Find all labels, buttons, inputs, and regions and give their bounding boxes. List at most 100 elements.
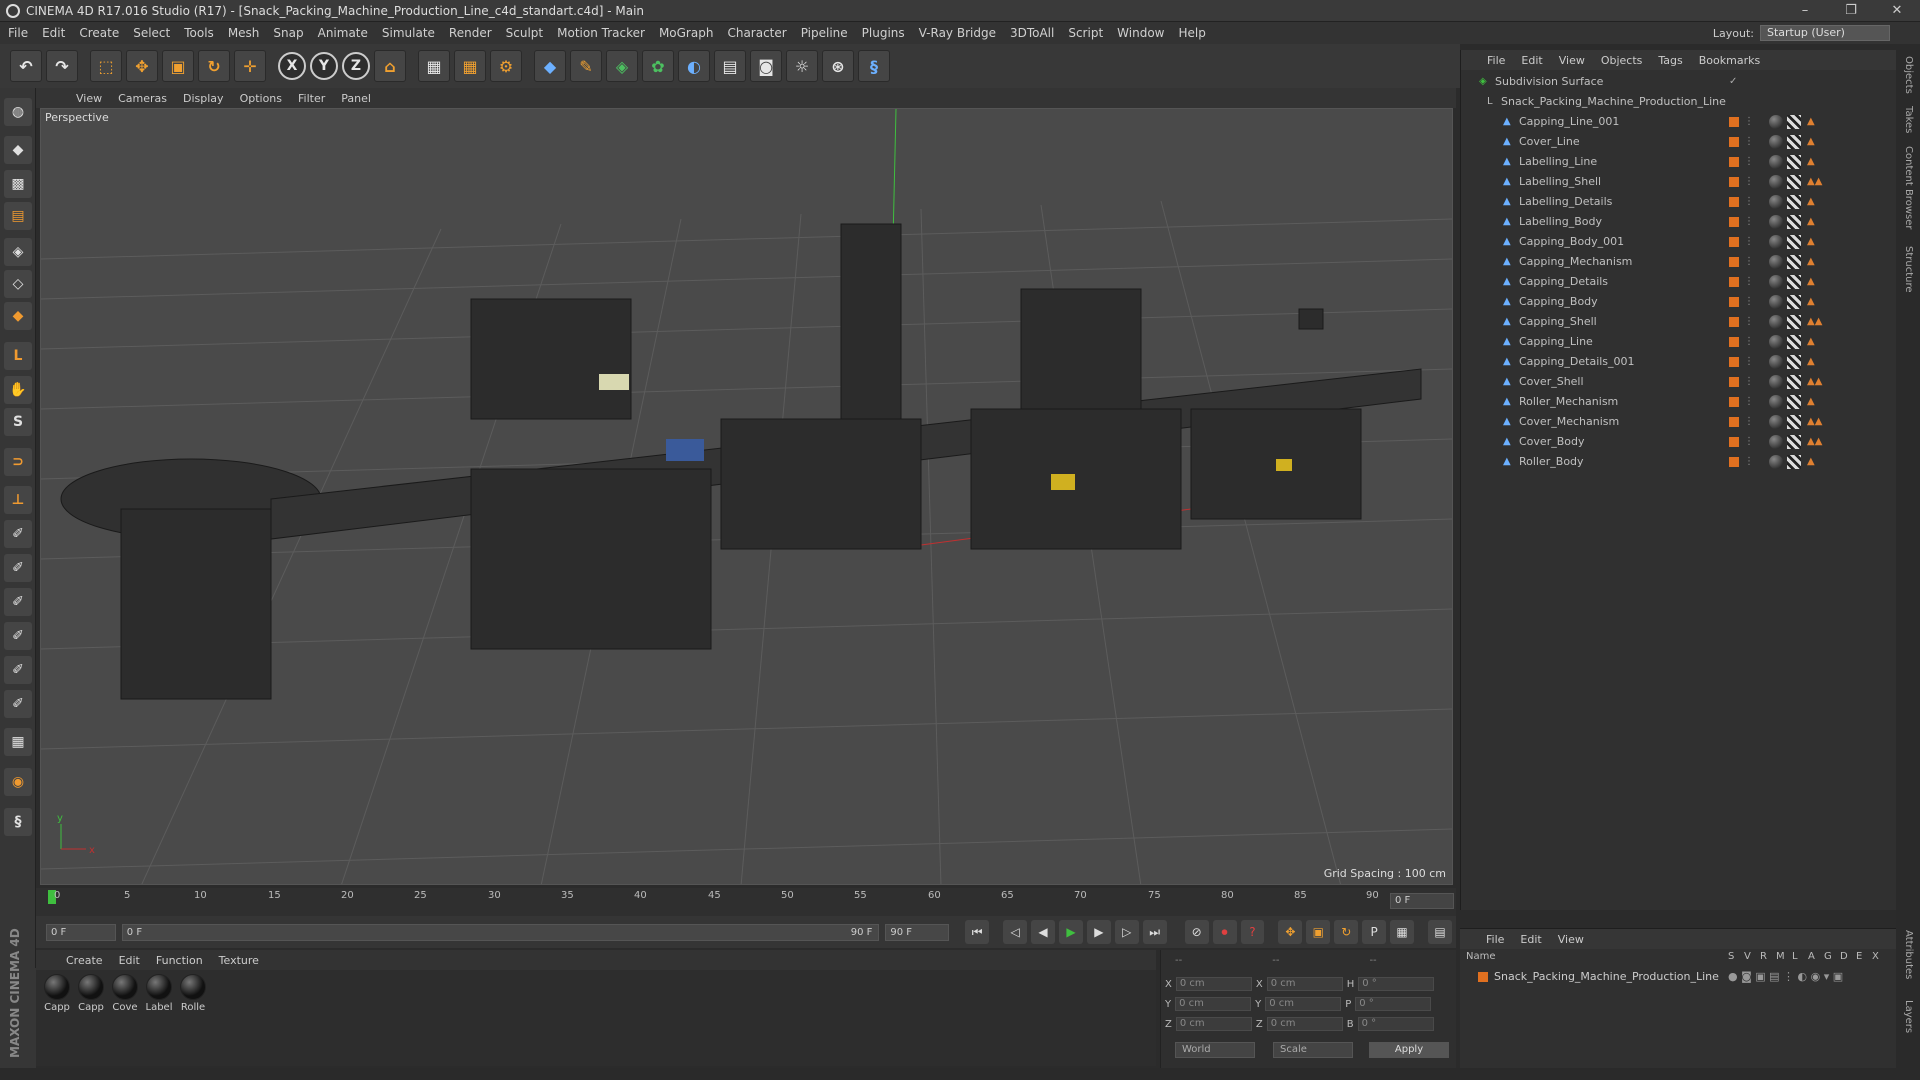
phong-tag-icon[interactable]: [1769, 415, 1783, 429]
material-swatch[interactable]: Label: [144, 974, 174, 1013]
menu-snap[interactable]: Snap: [273, 26, 303, 40]
objects-menu-view[interactable]: View: [1559, 54, 1585, 67]
tweak-mode-icon[interactable]: ✋: [4, 376, 32, 404]
position-z-field[interactable]: 0 cm: [1175, 1017, 1252, 1031]
next-frame-icon[interactable]: ▶: [1086, 920, 1111, 944]
selection-tag-icon[interactable]: ▲: [1807, 116, 1815, 127]
material-tag-icon[interactable]: [1787, 255, 1801, 269]
layer-color-icon[interactable]: [1729, 257, 1739, 267]
python-icon[interactable]: §: [4, 808, 32, 836]
phong-tag-icon[interactable]: [1769, 155, 1783, 169]
selection-tag-icon[interactable]: ▲: [1807, 236, 1815, 247]
object-row[interactable]: ▲ Cover_Mechanism ⋮ ▲▲: [1461, 412, 1897, 432]
object-row[interactable]: ▲ Capping_Line ⋮ ▲: [1461, 332, 1897, 352]
phong-tag-icon[interactable]: [1769, 215, 1783, 229]
menu-help[interactable]: Help: [1178, 26, 1205, 40]
position-x-field[interactable]: 0 cm: [1175, 977, 1252, 991]
visibility-dots-icon[interactable]: ⋮: [1744, 236, 1754, 247]
pen-spline-icon[interactable]: ✎: [570, 50, 602, 82]
material-tag-icon[interactable]: [1787, 195, 1801, 209]
grid-icon[interactable]: ▦: [4, 728, 32, 756]
phong-tag-icon[interactable]: [1769, 455, 1783, 469]
menu-tools[interactable]: Tools: [184, 26, 214, 40]
menu-mograph[interactable]: MoGraph: [659, 26, 714, 40]
brush-tool-1-icon[interactable]: ✐: [4, 520, 32, 548]
tab-takes[interactable]: Takes: [1903, 106, 1914, 133]
object-row-root[interactable]: ◈ Subdivision Surface ✓: [1461, 72, 1897, 92]
material-tag-icon[interactable]: [1787, 395, 1801, 409]
tab-layers[interactable]: Layers: [1903, 1000, 1914, 1033]
point-level-icon[interactable]: ▦: [1390, 920, 1415, 944]
tab-objects[interactable]: Objects: [1903, 56, 1914, 94]
apply-button[interactable]: Apply: [1369, 1042, 1449, 1058]
visibility-dots-icon[interactable]: ⋮: [1744, 376, 1754, 387]
phong-tag-icon[interactable]: [1769, 235, 1783, 249]
menu-file[interactable]: File: [8, 26, 28, 40]
visibility-dots-icon[interactable]: ⋮: [1744, 296, 1754, 307]
selection-tag-icon[interactable]: ▲: [1807, 336, 1815, 347]
cube-primitive-icon[interactable]: ◆: [534, 50, 566, 82]
object-row[interactable]: ▲ Roller_Mechanism ⋮ ▲: [1461, 392, 1897, 412]
brush-tool-5-icon[interactable]: ✐: [4, 656, 32, 684]
viewport-menu-view[interactable]: View: [76, 92, 102, 105]
layer-color-icon[interactable]: [1729, 397, 1739, 407]
layout-dropdown[interactable]: Startup (User): [1760, 25, 1890, 41]
phong-tag-icon[interactable]: [1769, 175, 1783, 189]
menu-select[interactable]: Select: [133, 26, 170, 40]
tab-structure[interactable]: Structure: [1903, 246, 1914, 293]
phong-tag-icon[interactable]: [1769, 355, 1783, 369]
menu-character[interactable]: Character: [727, 26, 786, 40]
visibility-dots-icon[interactable]: ⋮: [1744, 116, 1754, 127]
layer-color-icon[interactable]: [1729, 197, 1739, 207]
selection-tag-icon[interactable]: ▲: [1807, 456, 1815, 467]
points-mode-icon[interactable]: ◈: [4, 238, 32, 266]
selection-tag-icon[interactable]: ▲: [1807, 276, 1815, 287]
timeline-window-icon[interactable]: ▤: [1428, 920, 1452, 944]
objects-menu-bookmarks[interactable]: Bookmarks: [1699, 54, 1760, 67]
layer-color-icon[interactable]: [1729, 297, 1739, 307]
scale-tool-icon[interactable]: ▣: [162, 50, 194, 82]
menu-window[interactable]: Window: [1117, 26, 1164, 40]
live-selection-icon[interactable]: ⬚: [90, 50, 122, 82]
subdivision-surface-icon[interactable]: ◈: [606, 50, 638, 82]
material-swatch[interactable]: Capp: [42, 974, 72, 1013]
go-to-start-icon[interactable]: ⏮: [965, 920, 990, 944]
brush-tool-6-icon[interactable]: ✐: [4, 690, 32, 718]
texture-mode-icon[interactable]: ▩: [4, 170, 32, 198]
material-tag-icon[interactable]: [1787, 415, 1801, 429]
light-icon[interactable]: ☼: [786, 50, 818, 82]
object-row[interactable]: ▲ Capping_Details_001 ⋮ ▲: [1461, 352, 1897, 372]
layer-color-icon[interactable]: [1729, 217, 1739, 227]
layer-color-icon[interactable]: [1729, 317, 1739, 327]
deformer-icon[interactable]: ◐: [678, 50, 710, 82]
layer-color-icon[interactable]: [1478, 972, 1488, 982]
layers-menu-edit[interactable]: Edit: [1520, 933, 1541, 946]
material-tag-icon[interactable]: [1787, 435, 1801, 449]
material-tag-icon[interactable]: [1787, 315, 1801, 329]
viewport-menu-cameras[interactable]: Cameras: [118, 92, 167, 105]
selection-tag-icon[interactable]: ▲▲: [1807, 376, 1822, 387]
objects-menu-edit[interactable]: Edit: [1521, 54, 1542, 67]
phong-tag-icon[interactable]: [1769, 275, 1783, 289]
selection-tag-icon[interactable]: ▲▲: [1807, 316, 1822, 327]
phong-tag-icon[interactable]: [1769, 375, 1783, 389]
visibility-dots-icon[interactable]: ⋮: [1744, 216, 1754, 227]
polygons-mode-icon[interactable]: ◆: [4, 302, 32, 330]
menu-motion-tracker[interactable]: Motion Tracker: [557, 26, 645, 40]
selection-tag-icon[interactable]: ▲: [1807, 196, 1815, 207]
selection-tag-icon[interactable]: ▲: [1807, 216, 1815, 227]
visibility-dots-icon[interactable]: ⋮: [1744, 276, 1754, 287]
object-row[interactable]: ▲ Capping_Body ⋮ ▲: [1461, 292, 1897, 312]
material-tag-icon[interactable]: [1787, 335, 1801, 349]
position-key-icon[interactable]: ✥: [1278, 920, 1303, 944]
material-menu-function[interactable]: Function: [156, 954, 203, 967]
material-tag-icon[interactable]: [1787, 235, 1801, 249]
phong-tag-icon[interactable]: [1769, 435, 1783, 449]
perspective-viewport[interactable]: y x Perspective Grid Spacing : 100 cm: [40, 108, 1453, 885]
keyframe-record-icon[interactable]: ⊘: [1184, 920, 1209, 944]
material-tag-icon[interactable]: [1787, 175, 1801, 189]
selection-tag-icon[interactable]: ▲: [1807, 136, 1815, 147]
selection-tag-icon[interactable]: ▲▲: [1807, 436, 1822, 447]
visibility-dots-icon[interactable]: ⋮: [1744, 316, 1754, 327]
material-tag-icon[interactable]: [1787, 215, 1801, 229]
